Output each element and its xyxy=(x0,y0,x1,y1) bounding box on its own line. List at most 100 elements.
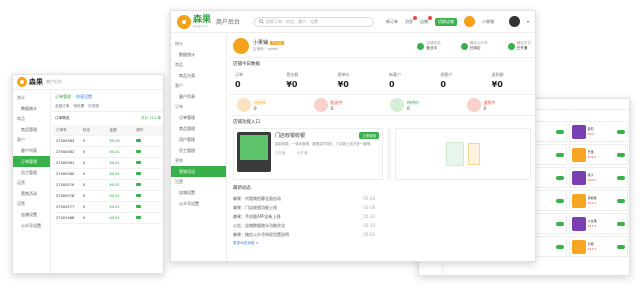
kpi-old-customers[interactable]: 老客户 0 xyxy=(434,70,483,91)
table-cell: ¥0.01 xyxy=(109,161,120,165)
row-action-icon[interactable] xyxy=(136,194,163,198)
status-delivering[interactable]: 配送中 0 xyxy=(306,95,383,115)
status-refunding[interactable]: 退款中 0 xyxy=(459,95,536,115)
product-card[interactable]: 石榴 ¥12.0 xyxy=(568,236,628,257)
table-row[interactable]: 27000583 0 ¥0.00 xyxy=(53,136,163,147)
row-action-icon[interactable] xyxy=(136,183,163,187)
nav-item-marketing[interactable]: 营销活动 xyxy=(171,166,226,177)
table-row[interactable]: 27000582 0 ¥0.01 xyxy=(53,147,163,158)
row-action-icon[interactable] xyxy=(136,172,163,176)
notice-item[interactable]: 森果：微信公众号授权设置说明 05-02 xyxy=(229,231,379,240)
nav-item-customers[interactable]: 客户列表 xyxy=(13,145,50,156)
more-news-link[interactable]: 更多动态消息 > xyxy=(229,240,535,247)
product-card[interactable]: 火龙果 ¥13.5 xyxy=(568,213,628,234)
orders-window: 森果 商户后台 统计 数据统计 商品 商品管理 客户 客户列表 订单管理 员工管… xyxy=(12,74,164,274)
nav-item-staff-management[interactable]: 员工管理 xyxy=(171,145,226,156)
brand-name: 森果 xyxy=(29,78,43,86)
nav-item-shop-settings[interactable]: 店铺设置 xyxy=(171,187,226,198)
nav-item-shop-settings[interactable]: 店铺设置 xyxy=(13,209,50,220)
switch-shop-button[interactable]: 切换店铺 xyxy=(434,17,457,26)
subtab-done[interactable]: 已完成 xyxy=(88,104,99,109)
nav-item-staff[interactable]: 员工管理 xyxy=(13,167,50,178)
user-avatar[interactable] xyxy=(463,16,475,27)
nav-item-customer-list[interactable]: 客户列表 xyxy=(171,91,226,102)
entry-card-2[interactable] xyxy=(395,128,531,180)
entry-card[interactable]: 门店收银收银 立即使用 智能收银，一体化管理，数据实时同步，门店线上线下统一管理… xyxy=(233,128,383,180)
tab-orders[interactable]: 订单管理 xyxy=(55,94,71,100)
kpi-refunds[interactable]: 退款额 ¥0 xyxy=(486,70,535,91)
search-input[interactable]: 搜索订单、商品、客户、设置 xyxy=(266,19,318,25)
notice-item[interactable]: 森果：手机版APP全新上线 05-12 xyxy=(229,212,379,221)
table-row[interactable]: 27000577 0 ¥0.01 xyxy=(53,202,163,213)
notice-item[interactable]: 公告：店铺数据统计功能优化 05-10 xyxy=(229,222,379,231)
kpi-avg-price[interactable]: 客单价 ¥0 xyxy=(332,70,381,91)
row-action-icon[interactable] xyxy=(136,161,163,165)
product-card[interactable]: 猕猴桃 ¥11.0 xyxy=(568,190,628,211)
new-order-link[interactable]: 新订单 xyxy=(386,19,398,25)
product-edit-button[interactable] xyxy=(616,129,625,134)
nav-group-orders: 订单 xyxy=(175,104,183,109)
kpi-new-customers[interactable]: 新客户 0 xyxy=(383,70,432,91)
table-row[interactable]: 27000578 0 ¥0.01 xyxy=(53,191,163,202)
chevron-down-icon[interactable]: ▾ xyxy=(527,19,529,24)
brand-subtitle: 商户后台 xyxy=(46,79,62,84)
nav-item-data-stats[interactable]: 数据统计 xyxy=(171,49,226,60)
shop-status-wechat: 微信公众号 已绑定 xyxy=(460,41,488,51)
notice-item[interactable]: 森果：门店收银功能上线 05-18 xyxy=(229,203,379,212)
user-name: 小果铺 xyxy=(481,18,494,24)
kpi-revenue[interactable]: 营业额 ¥0 xyxy=(280,70,329,91)
row-action-icon[interactable] xyxy=(136,150,163,154)
table-row[interactable]: 27001988 0 ¥0.01 xyxy=(53,213,163,224)
product-edit-button[interactable] xyxy=(616,244,625,249)
product-card[interactable]: 桃子 ¥10.0 xyxy=(568,167,628,188)
row-action-icon[interactable] xyxy=(136,205,163,209)
row-action-icon[interactable] xyxy=(136,216,163,220)
nav-item-goods[interactable]: 商品管理 xyxy=(13,124,50,135)
today-title: 店铺今日数据 xyxy=(233,62,260,67)
tab-quick-settings[interactable]: 快速设置 xyxy=(76,94,92,100)
status-pending-accept[interactable]: 待接单 0 xyxy=(229,95,306,115)
entry-scroll-right[interactable] xyxy=(387,128,391,180)
global-search[interactable]: 搜索订单、商品、客户、设置 xyxy=(254,16,375,27)
status-to-review[interactable]: 待评价 0 xyxy=(382,95,459,115)
nav-item-orders[interactable]: 订单管理 xyxy=(13,156,50,167)
nav-item-wechat-settings[interactable]: 公众号设置 xyxy=(171,198,226,209)
row-action-icon[interactable] xyxy=(136,139,163,143)
subtab-pending[interactable]: 待处理 xyxy=(73,104,84,109)
product-edit-button[interactable] xyxy=(555,244,564,249)
nav-group-marketing: 营销 xyxy=(175,158,183,163)
product-edit-button[interactable] xyxy=(555,152,564,157)
product-card[interactable]: 葡萄 ¥9.9 xyxy=(568,121,628,142)
message-link[interactable]: 消息 xyxy=(405,15,417,25)
nav-item-marketing[interactable]: 营销活动 xyxy=(13,188,50,199)
shop-link[interactable]: 店铺 xyxy=(420,15,432,25)
product-edit-button[interactable] xyxy=(616,198,625,203)
nav-item-user-management[interactable]: 用户管理 xyxy=(171,134,226,145)
nav-item-data-stats[interactable]: 数据统计 xyxy=(13,103,50,114)
order-filter-label[interactable]: 订单筛选 xyxy=(55,116,69,121)
notice-item[interactable]: 森果：代理商招募全面启动 05-20 xyxy=(229,194,379,203)
table-row[interactable]: 27000580 0 ¥0.01 xyxy=(53,169,163,180)
product-edit-button[interactable] xyxy=(555,175,564,180)
product-edit-button[interactable] xyxy=(616,221,625,226)
subtab-all[interactable]: 全部订单 xyxy=(55,104,69,109)
nav-item-goods-management[interactable]: 商品管理 xyxy=(171,123,226,134)
nav-item-goods-category[interactable]: 商品分类 xyxy=(171,70,226,81)
table-row[interactable]: 27000581 0 ¥0.01 xyxy=(53,158,163,169)
refund-icon xyxy=(466,98,481,112)
product-edit-button[interactable] xyxy=(555,221,564,226)
product-edit-button[interactable] xyxy=(616,152,625,157)
table-row[interactable]: 27000579 0 ¥0.01 xyxy=(53,180,163,191)
kpi-orders[interactable]: 订单 0 xyxy=(229,70,278,91)
nav-item-wechat-settings[interactable]: 公众号设置 xyxy=(13,220,50,231)
nav-item-order-management[interactable]: 订单管理 xyxy=(171,112,226,123)
product-edit-button[interactable] xyxy=(555,129,564,134)
nav-group-goods: 商品 xyxy=(175,62,183,67)
product-edit-button[interactable] xyxy=(555,198,564,203)
use-now-button[interactable]: 立即使用 xyxy=(359,132,379,139)
tablet-image xyxy=(446,142,464,166)
profile-avatar[interactable] xyxy=(508,16,520,27)
product-edit-button[interactable] xyxy=(616,175,625,180)
product-card[interactable]: 芒果 ¥15.0 xyxy=(568,144,628,165)
product-thumbnail xyxy=(571,193,586,208)
